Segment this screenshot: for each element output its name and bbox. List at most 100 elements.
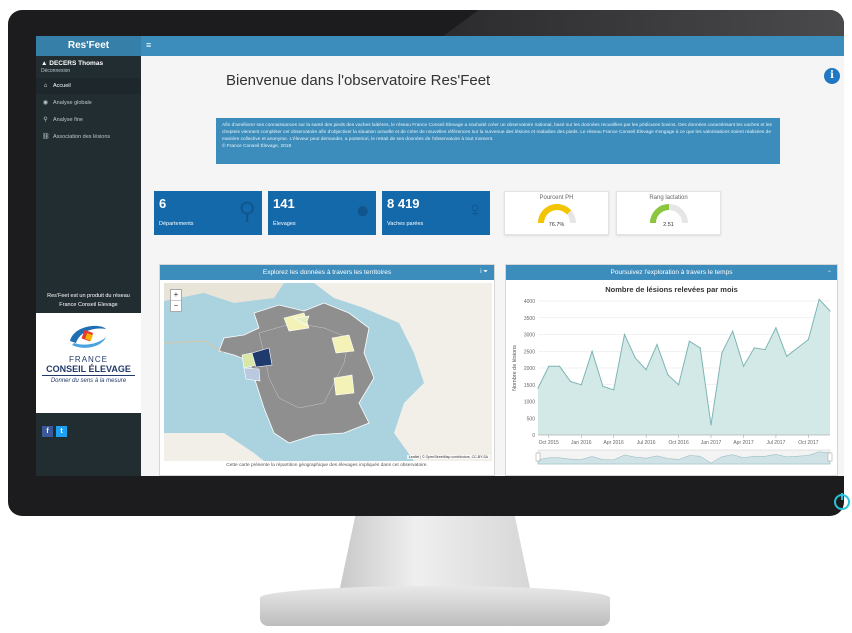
screen: Res'Feet ▲ DECERS Thomas Déconnexion ⌂ Ac…	[36, 36, 844, 476]
sidebar-item-label: Association des lésions	[53, 133, 111, 140]
y-tick-label: 2500	[524, 349, 535, 355]
search-icon: ⚲	[43, 117, 48, 123]
data-point	[645, 369, 647, 371]
monitor-stand-base	[260, 586, 610, 626]
kpi-value: 141	[273, 196, 295, 211]
page-title: Bienvenue dans l'observatoire Res'Feet	[226, 72, 491, 89]
x-tick-label: Oct 2017	[798, 440, 819, 446]
twitter-icon[interactable]: t	[56, 426, 67, 437]
logo-divider	[42, 375, 135, 376]
y-tick-label: 500	[527, 416, 536, 422]
power-icon[interactable]	[834, 493, 850, 510]
data-point	[634, 357, 636, 359]
map-attribution[interactable]: Leaflet | © OpenStreetMap contributors, …	[406, 455, 490, 459]
brand-logo[interactable]: Res'Feet	[36, 36, 141, 56]
sidebar-item-label: Analyse fine	[53, 116, 83, 123]
zoom-control: + −	[170, 289, 182, 312]
data-point	[742, 365, 745, 367]
data-point	[786, 355, 788, 357]
link-icon: ⛓	[42, 134, 50, 140]
data-point	[753, 347, 755, 349]
data-point	[677, 384, 680, 386]
user-panel: ▲ DECERS Thomas Déconnexion	[36, 56, 141, 78]
x-tick-label: Oct 2016	[668, 440, 689, 446]
data-point	[656, 343, 658, 346]
gauge-rang-lactation: Rang lactation 2.51	[616, 191, 721, 235]
y-tick-label: 4000	[524, 299, 535, 305]
data-point	[623, 333, 626, 336]
x-tick-label: Jan 2016	[571, 440, 592, 446]
facebook-icon[interactable]: f	[42, 426, 53, 437]
data-point	[580, 384, 582, 386]
area-fill	[538, 299, 830, 435]
kpi-departements: 6 Départements ⚲	[154, 191, 262, 235]
map-tiles	[164, 283, 492, 461]
female-icon: ♀	[466, 197, 484, 224]
sidebar-item-1[interactable]: ◉ Analyse globale	[36, 94, 141, 111]
leaflet-map[interactable]: + − Leaflet | © OpenStreetMap contributo…	[164, 283, 492, 461]
gauge-label: Pourcent PH	[539, 195, 574, 201]
chart-panel-header: Poursuivez l'exploration à travers le te…	[506, 265, 837, 280]
y-tick-label: 1000	[524, 400, 535, 406]
y-tick-label: 2000	[524, 366, 535, 372]
x-tick-label: Jul 2017	[766, 440, 785, 446]
data-point	[732, 330, 734, 332]
y-tick-label: 3000	[524, 333, 535, 339]
y-tick-label: 0	[532, 433, 535, 439]
data-point	[710, 424, 712, 426]
data-point	[569, 380, 572, 382]
menu-toggle-icon[interactable]: ≡	[146, 40, 151, 50]
chart-panel: Poursuivez l'exploration à travers le te…	[505, 264, 838, 476]
data-point	[775, 327, 777, 329]
logo-tagline: Donner du sens à la mesure	[50, 378, 127, 384]
data-point	[721, 352, 723, 354]
data-point	[796, 347, 799, 349]
navigator-handle-left	[535, 452, 541, 462]
user-icon: ●	[355, 197, 371, 224]
y-tick-label: 3500	[524, 316, 535, 322]
gauge-value: 76.7%	[548, 222, 565, 228]
data-point	[829, 310, 831, 312]
y-axis-label: Nombre de lésions	[512, 345, 518, 391]
map-caption: Cette carte présente la répartition géog…	[226, 463, 428, 468]
info-icon[interactable]: i	[824, 68, 840, 84]
chart-title: Nombre de lésions relevées par mois	[605, 285, 738, 294]
map-panel: Explorez les données à travers les terri…	[159, 264, 495, 476]
globe-icon: ◉	[42, 100, 49, 106]
data-point	[807, 338, 809, 341]
kpi-elevages: 141 Élevages ●	[268, 191, 376, 235]
y-tick-label: 1500	[524, 383, 535, 389]
top-navbar: ≡	[141, 36, 844, 56]
data-point	[537, 387, 539, 389]
data-point	[667, 374, 669, 376]
sidebar-item-3[interactable]: ⛓ Association des lésions	[36, 128, 141, 145]
map-marker-icon: ⚲	[238, 198, 256, 225]
sidebar: Res'Feet ▲ DECERS Thomas Déconnexion ⌂ Ac…	[36, 36, 141, 476]
product-text-line1: Res'Feet est un produit du réseau	[47, 293, 130, 299]
x-tick-label: Apr 2016	[604, 440, 625, 446]
intro-box: Afin d'améliorer ses connaissances sur l…	[216, 118, 780, 164]
data-point	[613, 389, 615, 391]
x-tick-label: Jul 2016	[637, 440, 656, 446]
kpi-value: 6	[159, 196, 167, 211]
collapse-icon[interactable]: −	[827, 265, 831, 280]
kpi-value: 8 419	[387, 196, 420, 211]
logout-link[interactable]: Déconnexion	[41, 68, 136, 74]
sidebar-item-0[interactable]: ⌂ Accueil	[36, 78, 141, 94]
sidebar-item-2[interactable]: ⚲ Analyse fine	[36, 111, 141, 128]
sidebar-item-label: Analyse globale	[53, 99, 92, 106]
panel-tools-icon[interactable]: i ⏷	[480, 265, 488, 280]
gauge-pourcent-ph: Pourcent PH 76.7%	[504, 191, 609, 235]
product-text: Res'Feet est un produit du réseau France…	[36, 292, 141, 310]
product-text-line2: France Conseil Elevage	[59, 302, 118, 308]
data-point	[602, 385, 604, 388]
data-point	[764, 348, 766, 351]
x-tick-label: Apr 2017	[733, 440, 754, 446]
area-chart[interactable]: 0 500 1000 1500 2000 2500 3000 3500 4000 Nombre d…	[508, 295, 836, 475]
data-point	[559, 365, 561, 367]
chart-panel-title: Poursuivez l'exploration à travers le te…	[610, 269, 733, 276]
france-conseil-elevage-logo[interactable]: FRANCE CONSEIL ÉLEVAGE Donner du sens à …	[36, 313, 141, 413]
zoom-in-button[interactable]: +	[171, 290, 181, 300]
zoom-out-button[interactable]: −	[171, 300, 181, 311]
x-tick-label: Jan 2017	[701, 440, 722, 446]
